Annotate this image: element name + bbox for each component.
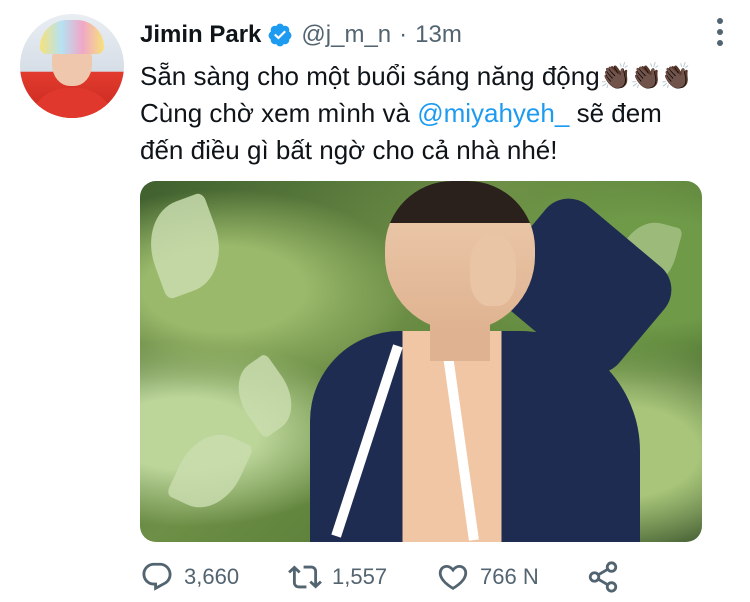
tweet-text-line-1-text: Sẵn sàng cho một buổi sáng năng động	[140, 61, 600, 91]
photo-leaf	[140, 191, 234, 301]
tweet-text-line-2-prefix: Cùng chờ xem mình và	[140, 98, 410, 128]
tweet-text-line-1: Sẵn sàng cho một buổi sáng năng động👏🏿👏🏿…	[140, 58, 730, 95]
retweet-count: 1,557	[332, 564, 388, 589]
tweet-text: Sẵn sàng cho một buổi sáng năng động👏🏿👏🏿…	[140, 58, 730, 169]
share-button[interactable]	[586, 560, 620, 594]
photo-person-hand	[470, 236, 516, 306]
like-icon	[438, 564, 468, 590]
retweet-button[interactable]: 1,557	[288, 560, 436, 594]
mention-link[interactable]: @miyahyeh_	[417, 98, 569, 128]
header-separator: ·	[399, 21, 408, 48]
tweet-text-line-3: đến điều gì bất ngờ cho cả nhà nhé!	[140, 135, 558, 165]
avatar-hair	[40, 20, 104, 54]
tweet-actions: 3,660 1,557 766 N	[140, 558, 620, 596]
clap-emoji-icon: 👏🏿👏🏿👏🏿	[599, 61, 693, 91]
tweet-timestamp[interactable]: 13m	[415, 21, 462, 49]
reply-button[interactable]: 3,660	[140, 560, 288, 594]
like-button[interactable]: 766 N	[436, 560, 586, 594]
more-icon[interactable]	[716, 18, 724, 46]
avatar-shirt	[28, 88, 116, 118]
tweet-photo[interactable]	[140, 181, 702, 542]
tweet-text-line-2-suffix: sẽ đem	[576, 98, 662, 128]
author-avatar[interactable]	[20, 14, 124, 118]
more-dot	[717, 40, 723, 46]
more-dot	[717, 29, 723, 35]
like-count: 766 N	[480, 564, 539, 589]
photo-leaf	[224, 352, 306, 440]
verified-badge-icon	[269, 23, 292, 47]
more-dot	[717, 18, 723, 24]
author-handle[interactable]: @j_m_n	[301, 21, 391, 49]
photo-leaf	[165, 422, 255, 520]
reply-count: 3,660	[184, 564, 240, 589]
author-name[interactable]: Jimin Park	[140, 21, 261, 49]
reply-icon	[142, 562, 172, 591]
share-icon	[588, 561, 618, 593]
tweet-text-line-2: Cùng chờ xem mình và @miyahyeh_ sẽ đem	[140, 95, 730, 132]
tweet-header: Jimin Park @j_m_n · 13m	[140, 18, 462, 52]
retweet-icon	[288, 565, 322, 589]
